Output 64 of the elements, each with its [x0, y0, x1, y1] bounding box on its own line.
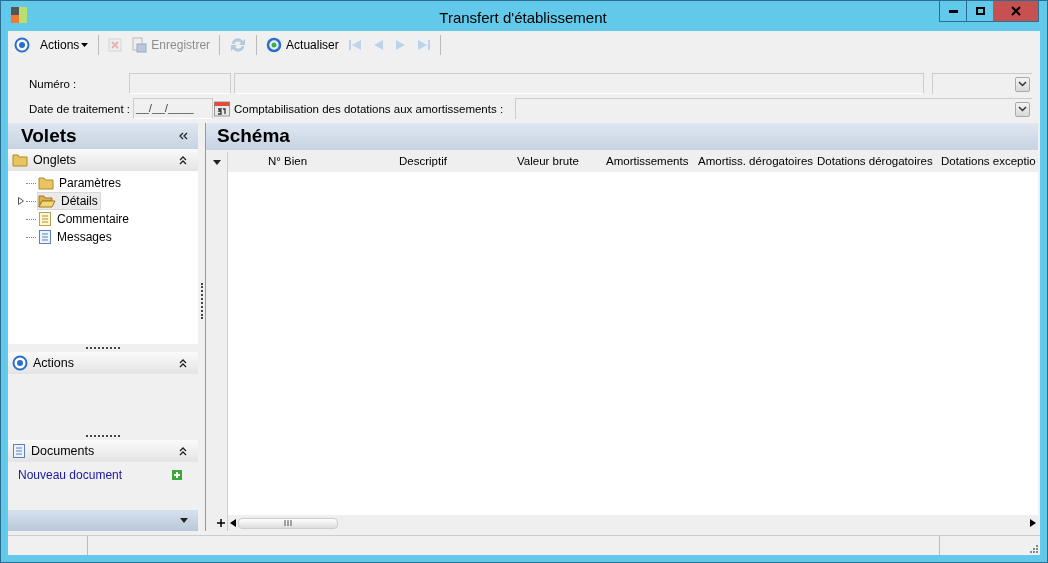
column-header[interactable]: Descriptif — [395, 152, 513, 172]
column-header[interactable]: Valeur brute — [513, 152, 602, 172]
target-icon — [12, 355, 28, 371]
save-icon — [131, 36, 148, 53]
dropdown-button[interactable] — [1015, 101, 1030, 117]
collapse-icon[interactable] — [178, 155, 188, 165]
input-field[interactable] — [234, 73, 924, 94]
last-icon — [416, 37, 431, 52]
chevron-down-icon — [1018, 81, 1027, 87]
caret-icon — [81, 42, 89, 47]
window-title: Transfert d'établissement — [438, 8, 608, 28]
actions-menu[interactable]: Actions — [36, 33, 93, 56]
input-field[interactable] — [129, 73, 231, 94]
column-header[interactable]: N° Bien — [228, 152, 395, 172]
field-label: Numéro : — [29, 76, 78, 91]
grip-icon — [284, 520, 292, 526]
dropdown-button[interactable] — [1015, 76, 1030, 92]
delete-icon — [108, 37, 123, 52]
resize-grip-icon[interactable] — [1028, 543, 1038, 553]
first-icon — [347, 37, 362, 52]
tree-item[interactable]: Détails — [37, 192, 101, 210]
open-folder-icon — [38, 194, 56, 208]
note-icon — [38, 211, 52, 227]
new-document-link[interactable]: Nouveau document — [18, 466, 123, 484]
scrollbar-thumb[interactable] — [238, 517, 338, 529]
folder-icon — [38, 176, 54, 190]
tree-item[interactable]: Paramètres — [37, 174, 125, 192]
tree-item[interactable]: Commentaire — [37, 210, 133, 228]
column-menu-icon[interactable] — [212, 159, 221, 165]
add-icon[interactable] — [172, 470, 182, 480]
panel-title: Schéma — [217, 124, 290, 149]
collapse-icon[interactable] — [178, 358, 188, 368]
scroll-left-icon[interactable] — [230, 519, 236, 527]
expand-arrow-icon[interactable] — [18, 197, 24, 205]
panel-title: Volets — [21, 123, 77, 148]
folder-icon — [12, 153, 28, 167]
refresh-icon — [266, 36, 283, 53]
refresh-button[interactable]: Actualiser — [263, 33, 342, 56]
column-header[interactable]: Amortiss. dérogatoires — [696, 152, 816, 172]
field-label: Comptabilisation des dotations aux amortissements : — [234, 101, 504, 116]
target-icon — [14, 36, 30, 53]
sync-icon — [229, 35, 248, 54]
tree-item[interactable]: Messages — [37, 228, 115, 246]
dropdown-field[interactable] — [932, 73, 1032, 94]
column-header[interactable]: Amortissements — [602, 152, 696, 172]
calendar-icon[interactable] — [214, 100, 230, 117]
close-button[interactable] — [993, 1, 1038, 21]
horizontal-scrollbar[interactable] — [228, 515, 1038, 531]
splitter-grip[interactable] — [200, 283, 203, 319]
dropdown-arrow-icon — [180, 518, 188, 523]
scroll-right-icon[interactable] — [1030, 519, 1036, 527]
chevron-down-icon — [1018, 106, 1027, 112]
column-header[interactable]: Dotations exceptio — [939, 152, 1038, 172]
column-header[interactable]: Dotations dérogatoires — [816, 152, 939, 172]
collapse-panel-icon[interactable] — [178, 131, 188, 141]
field-label: Date de traitement : — [29, 101, 131, 116]
close-icon — [1010, 6, 1021, 16]
document-icon — [38, 229, 52, 245]
collapse-icon[interactable] — [178, 446, 188, 456]
date-field[interactable]: __/__/____ — [133, 98, 213, 119]
dropdown-field[interactable] — [515, 98, 1032, 119]
document-icon — [12, 443, 26, 459]
add-row-icon[interactable] — [217, 519, 225, 527]
app-icon — [11, 7, 27, 23]
